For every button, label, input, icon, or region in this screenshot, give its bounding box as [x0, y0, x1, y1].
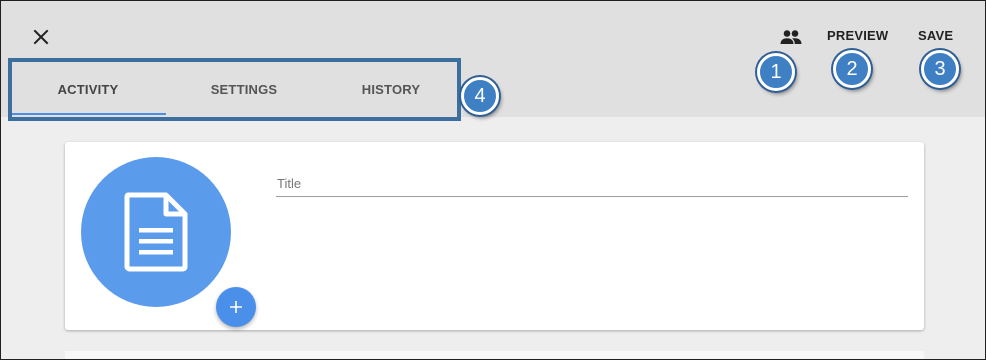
activity-card: Title [65, 142, 924, 330]
next-card-edge [65, 351, 924, 359]
close-icon [33, 29, 49, 45]
save-button[interactable]: SAVE [918, 28, 953, 43]
preview-button[interactable]: PREVIEW [827, 28, 888, 43]
tabs-highlight-box [8, 58, 461, 121]
document-avatar [81, 157, 231, 307]
plus-icon [230, 301, 242, 313]
people-icon [780, 30, 802, 44]
close-button[interactable] [29, 25, 53, 49]
title-input[interactable]: Title [276, 170, 908, 197]
add-button[interactable] [216, 287, 256, 327]
document-icon [124, 192, 188, 272]
title-placeholder: Title [277, 176, 302, 191]
callout-badge-3: 3 [921, 50, 959, 88]
callout-badge-2: 2 [833, 50, 871, 88]
callout-badge-4: 4 [461, 77, 499, 115]
app-window: PREVIEW SAVE ACTIVITY SETTINGS HISTORY 1… [0, 0, 986, 360]
share-button[interactable] [778, 27, 804, 47]
callout-badge-1: 1 [757, 53, 795, 91]
